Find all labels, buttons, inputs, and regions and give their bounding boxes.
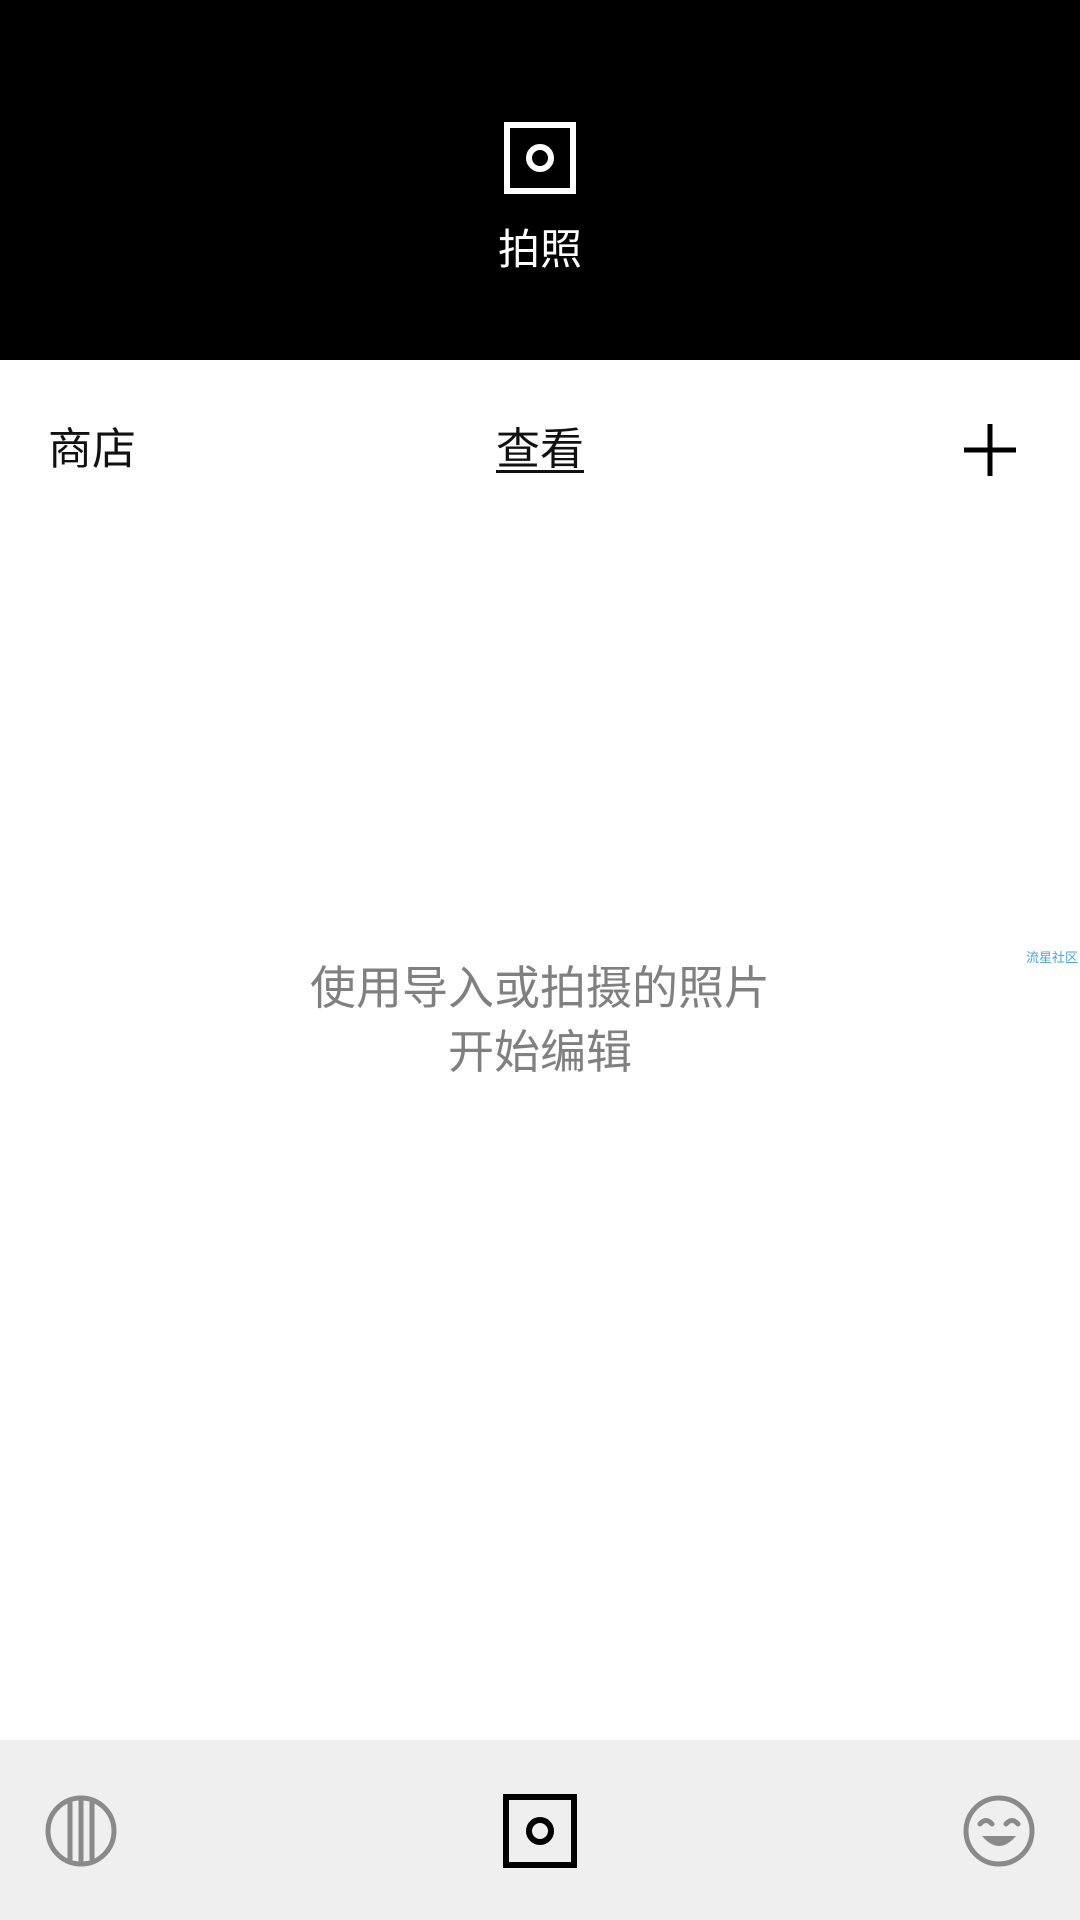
filter-stripes-icon[interactable]	[44, 1794, 118, 1868]
view-tab-wrapper: 查看	[0, 420, 1080, 480]
bottom-toolbar	[0, 1740, 1080, 1920]
plus-icon[interactable]	[962, 422, 1018, 478]
smiley-face-icon[interactable]	[962, 1794, 1036, 1868]
watermark-text: 流星社区	[1026, 951, 1079, 966]
view-tab[interactable]: 查看	[496, 424, 584, 475]
empty-state-line-2: 开始编辑	[448, 1025, 632, 1079]
camera-banner[interactable]: 拍照	[0, 0, 1080, 360]
camera-label[interactable]: 拍照	[0, 222, 1080, 278]
camera-shutter-icon[interactable]	[503, 1794, 577, 1868]
store-tab[interactable]: 商店	[48, 420, 136, 480]
empty-state-line-1: 使用导入或拍摄的照片	[310, 961, 770, 1015]
empty-state-message: 使用导入或拍摄的照片 开始编辑	[0, 956, 1080, 1084]
app-screen: 拍照 商店 查看 使用导入或拍摄的照片 开始编辑 流星社区	[0, 0, 1080, 1920]
camera-shutter-icon[interactable]	[504, 122, 576, 194]
top-nav: 商店 查看	[0, 360, 1080, 540]
